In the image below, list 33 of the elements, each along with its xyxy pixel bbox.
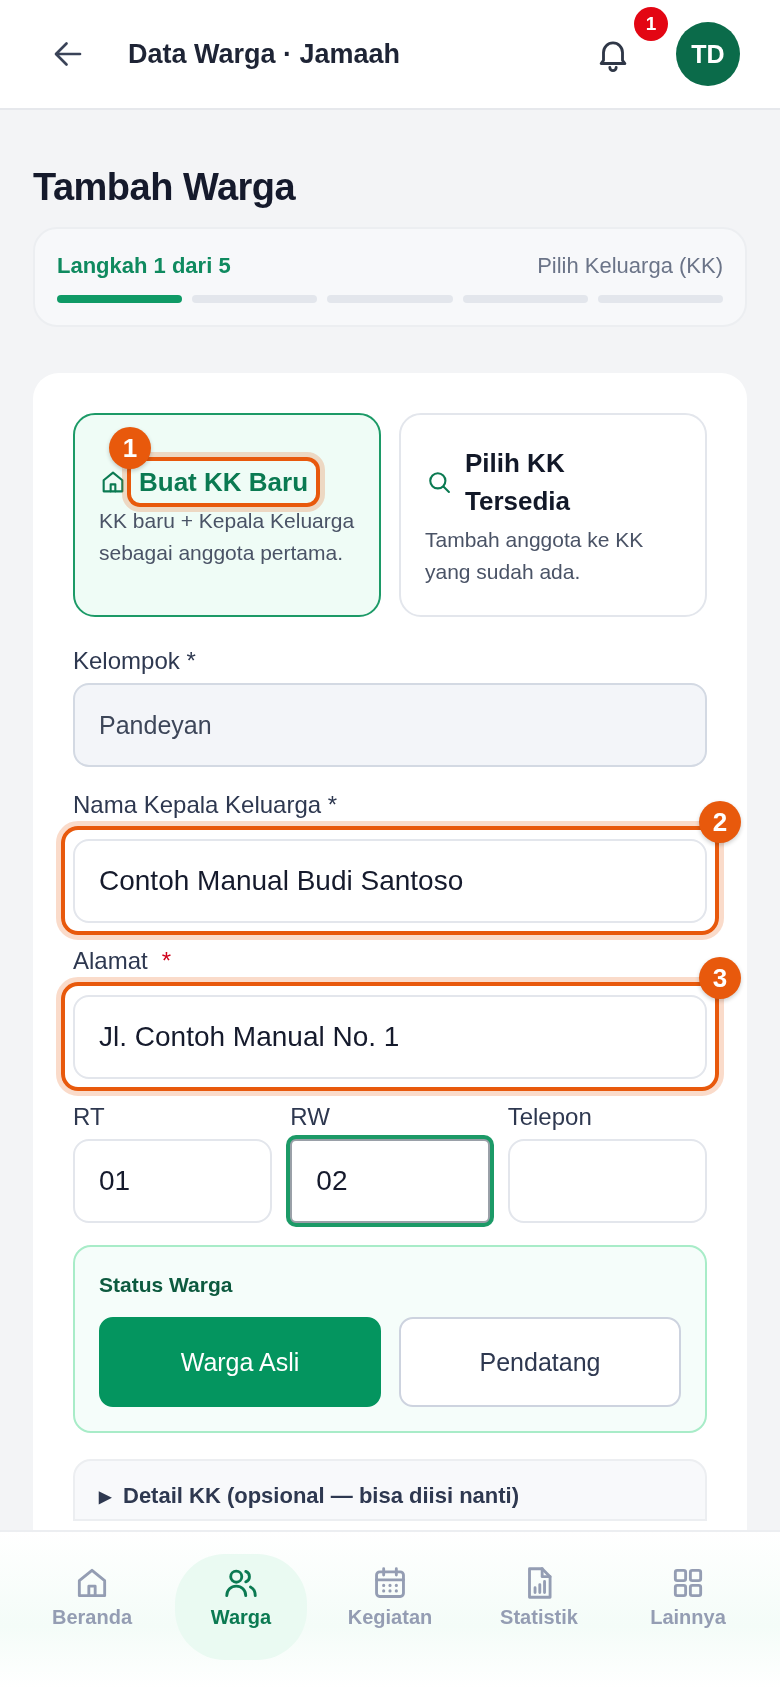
- status-title: Status Warga: [99, 1273, 234, 1297]
- mode-option-card[interactable]: Buat KK Baru 1 KK baru + Kepala Keluarga sebagai anggota pertama.: [73, 413, 381, 617]
- text-field[interactable]: [507, 1139, 707, 1223]
- annotation-marker: 2: [699, 801, 741, 843]
- user-avatar[interactable]: TD: [676, 22, 740, 86]
- status-option-button[interactable]: Warga Asli: [99, 1317, 381, 1407]
- text-field[interactable]: Contoh Manual Budi Santoso: [73, 839, 707, 923]
- step-name: Pilih Keluarga (KK): [537, 253, 723, 279]
- required-mark: *: [161, 947, 172, 975]
- notification-count: 1: [634, 7, 668, 41]
- option-description: KK baru + Kepala Keluarga sebagai anggota pertama.: [99, 508, 355, 566]
- field-label: Kelompok *: [73, 647, 196, 675]
- option-description: Tambah anggota ke KK yang sudah ada.: [425, 527, 645, 585]
- field-label: Telepon: [507, 1103, 592, 1131]
- text-field[interactable]: 02: [290, 1139, 490, 1223]
- screen-title: Data Warga · Jamaah: [128, 38, 402, 70]
- expand-toggle-glyph: ▶: [99, 1486, 111, 1506]
- mode-option-card[interactable]: Pilih KK Tersedia Tambah anggota ke KK yang sudah ada.: [399, 413, 707, 617]
- page-title: Tambah Warga: [33, 166, 297, 209]
- option-title: Pilih KK Tersedia: [465, 447, 571, 518]
- text-field[interactable]: 01: [73, 1139, 273, 1223]
- annotation-marker: 3: [699, 957, 741, 999]
- text-field[interactable]: Jl. Contoh Manual No. 1: [73, 995, 707, 1079]
- details-section[interactable]: ▶ Detail KK (opsional — bisa diisi nanti): [73, 1459, 707, 1521]
- field-label: Alamat: [73, 947, 148, 975]
- status-option-button[interactable]: Pendatang: [399, 1317, 681, 1407]
- field-label: RT: [73, 1103, 105, 1131]
- nav-tab[interactable]: Warga: [175, 1554, 307, 1660]
- details-label: Detail KK (opsional — bisa diisi nanti): [123, 1483, 520, 1509]
- field-label: RW: [290, 1103, 330, 1131]
- field-label: Nama Kepala Keluarga *: [73, 791, 338, 819]
- step-counter: Langkah 1 dari 5: [57, 253, 231, 279]
- annotation-marker: 1: [109, 427, 151, 469]
